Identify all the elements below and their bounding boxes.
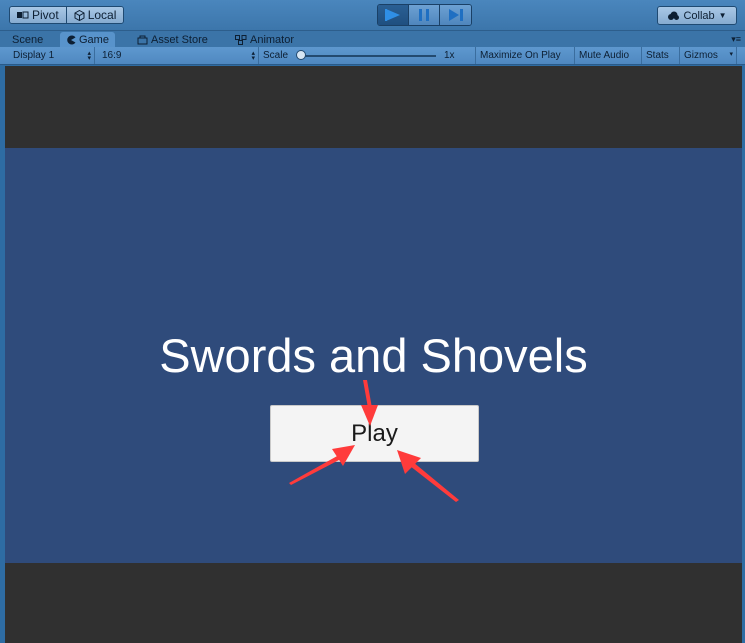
pivot-label: Pivot xyxy=(32,8,59,22)
chevron-updown-icon: ▴ ▾ xyxy=(251,50,255,62)
gizmos-dropdown[interactable]: Gizmos ▾ xyxy=(680,47,737,64)
mute-label: Mute Audio xyxy=(579,50,630,61)
pause-icon xyxy=(419,9,429,21)
pause-button[interactable] xyxy=(409,5,440,25)
aspect-value: 16:9 xyxy=(102,50,122,61)
game-title: Swords and Shovels xyxy=(159,329,588,382)
animator-icon xyxy=(235,34,247,45)
tab-game[interactable]: Game xyxy=(60,32,115,47)
gizmos-label: Gizmos xyxy=(684,50,718,61)
tab-game-label: Game xyxy=(79,33,109,46)
display-select[interactable]: Display 1 ▴ ▾ xyxy=(9,47,95,64)
play-button-toolbar[interactable] xyxy=(378,5,409,25)
game-view-toolbar: Display 1 ▴ ▾ 16:9 ▴ ▾ Scale 1x Maximize O… xyxy=(0,47,745,65)
mute-audio-toggle[interactable]: Mute Audio xyxy=(575,47,642,64)
collab-button[interactable]: Collab ▼ xyxy=(657,6,737,25)
maximize-on-play-toggle[interactable]: Maximize On Play xyxy=(476,47,575,64)
playback-controls xyxy=(377,4,472,26)
editor-tabs: Scene Game Asset Store Animator ▾≡ xyxy=(0,31,745,47)
cloud-icon xyxy=(668,11,680,20)
collab-label: Collab xyxy=(683,9,715,22)
chevron-down-icon: ▾ xyxy=(729,51,733,58)
tab-scene[interactable]: Scene xyxy=(6,32,49,47)
pivot-button[interactable]: Pivot xyxy=(10,7,67,23)
step-button[interactable] xyxy=(440,5,471,25)
store-icon xyxy=(137,35,148,44)
maximize-label: Maximize On Play xyxy=(480,50,561,61)
display-value: Display 1 xyxy=(13,50,55,61)
tab-asset-store-label: Asset Store xyxy=(151,33,208,46)
play-icon xyxy=(385,9,400,21)
scale-slider-handle[interactable] xyxy=(296,50,306,60)
local-cube-icon xyxy=(74,9,85,21)
stats-toggle[interactable]: Stats xyxy=(642,47,680,64)
chevron-down-icon: ▼ xyxy=(718,11,727,20)
chevron-updown-icon: ▴ ▾ xyxy=(87,50,91,62)
local-button[interactable]: Local xyxy=(66,7,124,23)
tab-animator-label: Animator xyxy=(250,33,295,46)
scale-label: Scale xyxy=(263,50,289,61)
pivot-local-toggle: Pivot Local xyxy=(9,6,125,24)
main-toolbar: Pivot Local Collab ▼ xyxy=(0,0,745,31)
tab-scene-label: Scene xyxy=(12,33,44,46)
stats-label: Stats xyxy=(646,50,669,61)
aspect-select[interactable]: 16:9 ▴ ▾ xyxy=(98,47,259,64)
step-icon xyxy=(448,9,463,21)
local-label: Local xyxy=(87,8,117,22)
tab-asset-store[interactable]: Asset Store xyxy=(131,32,214,47)
game-canvas: Swords and Shovels Play xyxy=(5,148,742,563)
play-button[interactable]: Play xyxy=(270,405,479,462)
scale-slider[interactable] xyxy=(300,55,436,57)
scale-value: 1x xyxy=(444,50,455,61)
tab-animator[interactable]: Animator xyxy=(229,32,300,47)
tab-menu-icon[interactable]: ▾≡ xyxy=(731,34,741,45)
pivot-icon xyxy=(17,11,29,19)
pacman-icon xyxy=(67,35,76,44)
game-viewport: Swords and Shovels Play xyxy=(5,66,742,643)
